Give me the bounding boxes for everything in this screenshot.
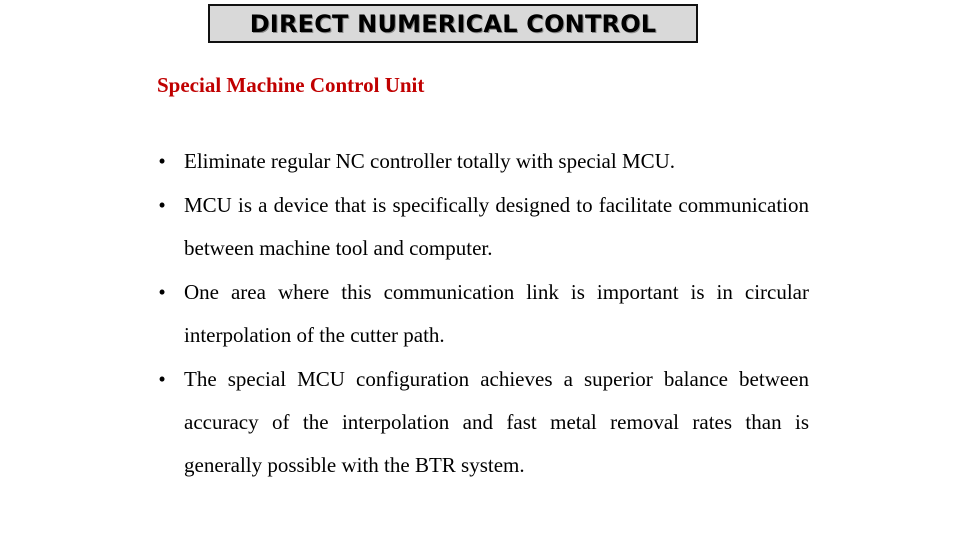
bullet-item: • Eliminate regular NC controller totall…	[157, 140, 809, 183]
bullet-text: One area where this communication link i…	[184, 280, 809, 347]
slide-title: DIRECT NUMERICAL CONTROL	[249, 9, 657, 38]
bullet-text: MCU is a device that is specifically des…	[184, 193, 809, 260]
bullet-text: The special MCU configuration achieves a…	[184, 367, 809, 477]
bullet-list: • Eliminate regular NC controller totall…	[157, 140, 809, 488]
bullet-icon: •	[158, 149, 166, 173]
bullet-text: Eliminate regular NC controller totally …	[184, 149, 676, 173]
slide-subtitle: Special Machine Control Unit	[157, 73, 425, 97]
title-banner: DIRECT NUMERICAL CONTROL	[208, 4, 698, 43]
bullet-icon: •	[158, 193, 166, 217]
bullet-item: • One area where this communication link…	[157, 271, 809, 357]
bullet-item: • MCU is a device that is specifically d…	[157, 184, 809, 270]
bullet-item: • The special MCU configuration achieves…	[157, 358, 809, 487]
bullet-icon: •	[158, 280, 166, 304]
bullet-icon: •	[158, 367, 166, 391]
